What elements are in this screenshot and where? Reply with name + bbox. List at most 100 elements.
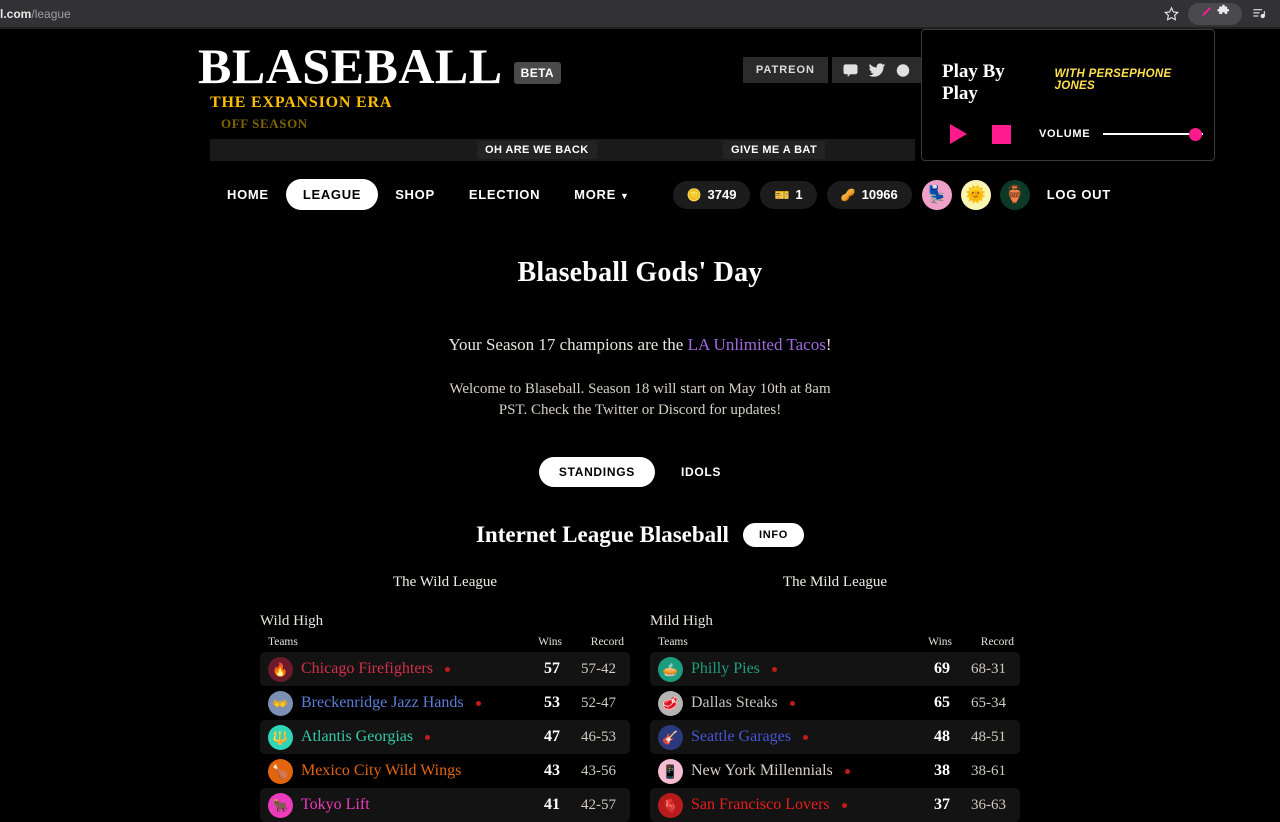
table-row[interactable]: 🐂 Tokyo Lift 41 42-57 [260, 788, 630, 822]
team-name-link[interactable]: Philly Pies [691, 660, 760, 678]
volume-label: VOLUME [1039, 128, 1091, 140]
tab-idols[interactable]: IDOLS [661, 457, 741, 487]
team-cell: 🍗 Mexico City Wild Wings [260, 754, 516, 788]
team-record: 68-31 [958, 652, 1020, 686]
team-cell-inner: 📱 New York Millennials [650, 758, 906, 784]
team-name-link[interactable]: New York Millennials [691, 762, 833, 780]
table-header-row: Teams Wins Record [260, 634, 630, 652]
team-name-link[interactable]: Mexico City Wild Wings [301, 762, 461, 780]
team-cell-inner: 🔥 Chicago Firefighters [260, 656, 516, 682]
era-label: THE EXPANSION ERA [210, 94, 393, 111]
champions-prefix: Your Season 17 champions are the [448, 335, 688, 354]
twitter-icon[interactable] [868, 62, 886, 78]
column-header-teams: Teams [268, 636, 298, 648]
github-icon[interactable] [895, 63, 911, 78]
postseason-dot-icon [771, 666, 777, 672]
league-name: The Wild League [392, 574, 498, 590]
table-row[interactable]: 🔥 Chicago Firefighters 57 57-42 [260, 652, 630, 686]
column-header-teams: Teams [658, 636, 688, 648]
team-name-link[interactable]: Tokyo Lift [301, 796, 370, 814]
column-header-record: Record [980, 636, 1014, 648]
team-cell-inner: 👐 Breckenridge Jazz Hands [260, 690, 516, 716]
team-name-link[interactable]: Breckenridge Jazz Hands [301, 694, 464, 712]
puzzle-extension-icon[interactable] [1216, 4, 1231, 24]
reading-list-icon[interactable] [1246, 3, 1272, 25]
team-emoji-icon: 🔱 [268, 724, 293, 750]
play-by-play-controls: VOLUME [922, 105, 1214, 144]
patreon-button[interactable]: PATREON [742, 57, 828, 83]
play-by-play-title: Play By Play [942, 61, 1005, 104]
pen-extension-icon[interactable] [1199, 4, 1214, 24]
team-cell-inner: 🥧 Philly Pies [650, 656, 906, 682]
info-button[interactable]: INFO [742, 523, 805, 547]
team-emoji-icon: 🐂 [268, 792, 293, 818]
team-emoji-icon: 📱 [658, 758, 683, 784]
welcome-text: Welcome to Blaseball. Season 18 will sta… [449, 381, 831, 418]
team-wins: 47 [516, 720, 568, 754]
team-name-link[interactable]: San Francisco Lovers [691, 796, 830, 814]
ticker-bar: OH ARE WE BACK GIVE ME A BAT [210, 139, 915, 161]
champions-suffix: ! [825, 335, 832, 354]
team-wins: 37 [906, 788, 958, 822]
team-name-link[interactable]: Dallas Steaks [691, 694, 778, 712]
table-header-row: Teams Wins Record [650, 634, 1020, 652]
play-by-play-subtitle: WITH PERSEPHONE JONES [1054, 68, 1172, 92]
table-row[interactable]: 🥩 Dallas Steaks 65 65-34 [650, 686, 1020, 720]
team-cell: 🥩 Dallas Steaks [650, 686, 906, 720]
tab-standings[interactable]: STANDINGS [538, 457, 655, 487]
standings-body: 🥧 Philly Pies 69 68-31 🥩 Dallas Steaks 65 65-34… [650, 652, 1020, 822]
site-logo[interactable]: BLASEBALL BETA THE EXPANSION ERA OFF SEA… [198, 38, 562, 132]
team-name-link[interactable]: Chicago Firefighters [301, 660, 433, 678]
url-path: /league [31, 6, 71, 21]
table-row[interactable]: 🥧 Philly Pies 69 68-31 [650, 652, 1020, 686]
volume-slider[interactable] [1103, 127, 1204, 141]
star-icon[interactable] [1158, 3, 1184, 25]
team-record: 36-63 [958, 788, 1020, 822]
extension-pill[interactable] [1188, 2, 1242, 25]
volume-knob[interactable] [1189, 128, 1203, 141]
team-cell-inner: 🥩 Dallas Steaks [650, 690, 906, 716]
phase-label: OFF SEASON [221, 116, 308, 131]
champions-team-link[interactable]: LA Unlimited Tacos [688, 335, 826, 354]
team-name-link[interactable]: Seattle Garages [691, 728, 791, 746]
team-cell: 🎸 Seattle Garages [650, 720, 906, 754]
league-column-wild: The Wild League Wild High Teams Wins Rec… [260, 574, 630, 822]
volume-track [1103, 133, 1204, 135]
team-emoji-icon: 🍗 [268, 758, 293, 784]
division-name: Mild High [650, 613, 713, 629]
table-row[interactable]: 📱 New York Millennials 38 38-61 [650, 754, 1020, 788]
league-title: Internet League Blaseball [475, 522, 729, 547]
stop-icon[interactable] [992, 124, 1011, 144]
browser-toolbar: all.com/league [0, 0, 1280, 27]
standings-section: The Wild League Wild High Teams Wins Rec… [0, 574, 1280, 822]
team-emoji-icon: 🫀 [658, 792, 683, 818]
discord-icon[interactable] [842, 63, 859, 77]
main-content: Blaseball Gods' Day Your Season 17 champ… [0, 169, 1280, 822]
team-wins: 69 [906, 652, 958, 686]
table-row[interactable]: 🫀 San Francisco Lovers 37 36-63 [650, 788, 1020, 822]
table-row[interactable]: 👐 Breckenridge Jazz Hands 53 52-47 [260, 686, 630, 720]
team-wins: 57 [516, 652, 568, 686]
column-header-wins: Wins [538, 636, 562, 648]
team-record: 52-47 [581, 694, 616, 711]
play-by-play-panel: Play By Play WITH PERSEPHONE JONES VOLUM… [921, 29, 1215, 161]
league-name: The Mild League [782, 574, 888, 590]
team-name-link[interactable]: Atlantis Georgias [301, 728, 413, 746]
table-row[interactable]: 🎸 Seattle Garages 48 48-51 [650, 720, 1020, 754]
url-text: all.com/league [0, 7, 71, 21]
league-title-row: Internet League Blaseball INFO [0, 522, 1280, 548]
logo-title: BLASEBALL [198, 38, 503, 94]
table-row[interactable]: 🔱 Atlantis Georgias 47 46-53 [260, 720, 630, 754]
column-header-wins: Wins [928, 636, 952, 648]
team-cell-inner: 🫀 San Francisco Lovers [650, 792, 906, 818]
page-title: Blaseball Gods' Day [517, 257, 763, 288]
standings-idols-tabs: STANDINGS IDOLS [0, 457, 1280, 487]
team-cell-inner: 🐂 Tokyo Lift [260, 792, 516, 818]
postseason-dot-icon [844, 768, 850, 774]
play-icon[interactable] [950, 124, 967, 144]
address-bar[interactable]: all.com/league [0, 7, 1158, 21]
team-cell: 🔱 Atlantis Georgias [260, 720, 516, 754]
team-wins: 43 [544, 762, 560, 779]
page-root: BLASEBALL BETA THE EXPANSION ERA OFF SEA… [0, 29, 1280, 822]
table-row[interactable]: 🍗 Mexico City Wild Wings 43 43-56 [260, 754, 630, 788]
